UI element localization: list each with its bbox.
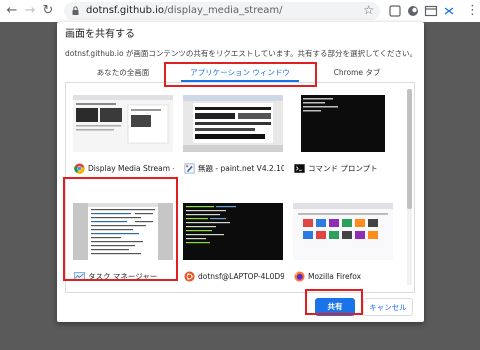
source-label: 無題 - paint.net V4.2.10	[184, 163, 284, 175]
source-label: dotnsf@LAPTOP-4L0D9...	[184, 271, 284, 283]
source-item[interactable]: Display Media Stream - ...	[68, 87, 178, 183]
source-name: dotnsf@LAPTOP-4L0D9...	[198, 272, 284, 281]
task-manager-icon	[74, 272, 85, 281]
address-bar[interactable]: dotnsf.github.io/display_media_stream/ ☆	[64, 2, 380, 20]
source-item[interactable]: Mozilla Firefox	[288, 195, 398, 291]
browser-toolbar: ← → ↻ dotnsf.github.io/display_media_str…	[0, 0, 480, 22]
dialog-title: 画面を共有する	[65, 29, 135, 40]
share-button[interactable]: 共有	[315, 298, 355, 316]
extension-icon[interactable]	[442, 4, 456, 18]
bookmark-star-icon[interactable]: ☆	[363, 3, 374, 17]
firefox-icon	[294, 271, 305, 282]
extension-icon[interactable]	[406, 4, 420, 18]
scrollbar-thumb[interactable]	[407, 89, 412, 209]
source-tabs: あなたの全画面 アプリケーション ウィンドウ Chrome タブ	[65, 64, 415, 82]
source-label: Mozilla Firefox	[294, 271, 394, 283]
reload-icon[interactable]: ↻	[40, 3, 56, 19]
source-item[interactable]: 無題 - paint.net V4.2.10	[178, 87, 288, 183]
forward-icon[interactable]: →	[22, 3, 38, 19]
lock-icon	[72, 6, 79, 15]
source-name: Mozilla Firefox	[308, 272, 362, 281]
url-text: dotnsf.github.io/display_media_stream/	[86, 4, 283, 18]
url-path: /display_media_stream/	[164, 5, 283, 16]
source-label: Display Media Stream - ...	[74, 163, 174, 175]
source-name: Display Media Stream - ...	[88, 164, 174, 173]
extension-icon[interactable]	[424, 4, 438, 18]
url-domain: dotnsf.github.io	[86, 5, 165, 16]
source-item[interactable]: コマンド プロンプト	[288, 87, 398, 183]
extension-icon[interactable]	[388, 4, 402, 18]
window-thumbnail	[183, 203, 283, 260]
source-name: 無題 - paint.net V4.2.10	[198, 164, 284, 173]
window-thumbnail	[73, 203, 173, 260]
source-name: タスク マネージャー	[88, 272, 158, 281]
source-name: コマンド プロンプト	[308, 164, 378, 173]
source-item[interactable]: dotnsf@LAPTOP-4L0D9...	[178, 195, 288, 291]
cancel-button[interactable]: キャンセル	[363, 298, 413, 316]
dialog-description: dotnsf.github.io が画面コンテンツの共有をリクエストしています。…	[65, 49, 417, 58]
tab-application-window[interactable]: アプリケーション ウィンドウ	[181, 64, 299, 82]
window-thumbnail	[293, 95, 393, 152]
more-menu-icon[interactable]: ⋮	[466, 3, 479, 19]
source-grid-scrollbar[interactable]	[407, 89, 412, 285]
tab-entire-screen[interactable]: あなたの全画面	[65, 64, 181, 82]
window-thumbnail	[293, 203, 393, 260]
paintnet-icon	[184, 163, 195, 174]
chrome-icon	[74, 163, 85, 174]
window-thumbnail	[183, 95, 283, 152]
ubuntu-icon	[184, 271, 195, 282]
source-item[interactable]: タスク マネージャー	[68, 195, 178, 291]
source-label: タスク マネージャー	[74, 271, 174, 283]
tab-chrome-tab[interactable]: Chrome タブ	[299, 64, 415, 82]
source-grid: Display Media Stream - ...	[65, 83, 415, 293]
terminal-icon	[294, 164, 305, 173]
share-screen-dialog: 画面を共有する dotnsf.github.io が画面コンテンツの共有をリクエ…	[57, 22, 424, 322]
tab-application-window-label: アプリケーション ウィンドウ	[190, 68, 290, 77]
source-label: コマンド プロンプト	[294, 163, 394, 175]
back-icon[interactable]: ←	[4, 3, 20, 19]
window-thumbnail	[73, 95, 173, 152]
